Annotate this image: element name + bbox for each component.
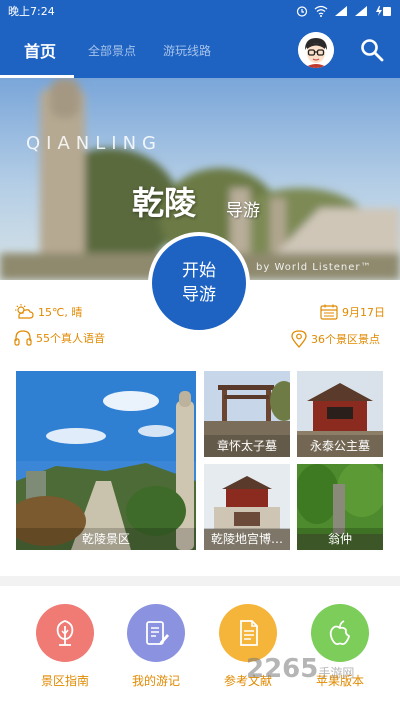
photo-qianling-underground-museum[interactable]: 乾陵地宫博… (204, 464, 290, 550)
banner-subtitle: 导游 (226, 201, 260, 221)
spots-info: 36个景区景点 (291, 330, 380, 348)
top-nav: 首页 全部景点 游玩线路 (0, 22, 400, 78)
photo-zhanghuai-prince-tomb[interactable]: 章怀太子墓 (204, 371, 290, 457)
signal-icon-2 (355, 6, 367, 16)
status-icons (296, 5, 392, 17)
photo-wengzhong[interactable]: 翁仲 (297, 464, 383, 550)
weather-info: 15℃, 晴 (14, 304, 82, 320)
status-bar: 晚上7:24 (0, 0, 400, 22)
photo-label: 乾陵地宫博… (204, 528, 290, 550)
menu-label: 我的游记 (131, 674, 180, 688)
menu-label: 景区指南 (40, 674, 89, 688)
qianling-photo (16, 371, 196, 550)
battery-charging-icon (376, 6, 391, 16)
scenic-guide-icon (36, 604, 94, 662)
headphones-icon (14, 330, 32, 346)
photo-qianling-scenic-area[interactable]: 乾陵景区 (16, 371, 196, 550)
tab-tour-routes[interactable]: 游玩线路 (163, 22, 211, 78)
calendar-icon (320, 304, 338, 320)
voices-info: 55个真人语音 (14, 330, 105, 346)
photo-label: 永泰公主墓 (297, 435, 383, 457)
avatar[interactable] (298, 32, 334, 68)
photo-label: 翁仲 (297, 528, 383, 550)
start-tour-button[interactable]: 开始 导游 (148, 232, 250, 334)
banner-pinyin: QIANLING (26, 133, 163, 154)
banner-title: 乾陵 (132, 184, 197, 222)
search-icon[interactable] (358, 36, 386, 64)
menu-my-travel-notes[interactable]: 我的游记 (121, 604, 191, 689)
alarm-icon (296, 6, 308, 17)
wifi-icon (314, 5, 328, 17)
tab-all-spots[interactable]: 全部景点 (88, 22, 136, 78)
photo-yongtai-princess-tomb[interactable]: 永泰公主墓 (297, 371, 383, 457)
bottom-menu: 景区指南 我的游记 参考文献 苹果版本 (0, 586, 400, 711)
weather-cloud-sun-icon (15, 304, 34, 319)
location-pin-icon (291, 330, 307, 348)
site-watermark: 2265手游网 (246, 654, 355, 684)
signal-icon (335, 6, 347, 16)
avatar-icon (298, 32, 334, 68)
date-info: 9月17日 (320, 304, 385, 320)
menu-scenic-guide[interactable]: 景区指南 (30, 604, 100, 689)
travel-notes-icon (127, 604, 185, 662)
photo-label: 乾陵景区 (16, 528, 196, 550)
tab-home[interactable]: 首页 (24, 22, 56, 78)
photo-label: 章怀太子墓 (204, 435, 290, 457)
status-time: 晚上7:24 (8, 5, 55, 18)
banner-byline: by World Listener™ (256, 262, 372, 273)
